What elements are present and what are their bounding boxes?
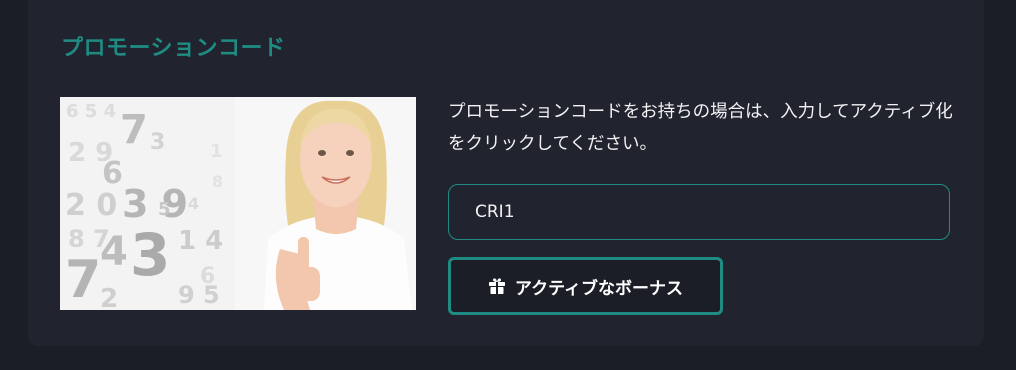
svg-text:2 0: 2 0: [65, 188, 117, 223]
svg-text:3 9: 3 9: [122, 182, 188, 226]
svg-text:8: 8: [212, 172, 223, 191]
promo-image: 6 5 4 7 3 2 9 6 2 0 3 9 5 4 8 7 4 3 1 4 …: [60, 97, 416, 310]
svg-text:7: 7: [120, 107, 148, 153]
svg-text:9 5: 9 5: [178, 281, 220, 309]
instructions-text: プロモーションコードをお持ちの場合は、入力してアクティブ化をクリックしてください…: [448, 102, 953, 154]
gift-icon: [488, 277, 506, 295]
svg-text:3: 3: [130, 221, 170, 289]
card-title: プロモーションコード: [61, 36, 286, 61]
activate-bonus-label: アクティブなボーナス: [514, 278, 684, 299]
activate-bonus-button[interactable]: アクティブなボーナス: [448, 257, 723, 315]
promo-code-card: プロモーションコード 6 5 4 7 3 2 9 6 2 0 3 9 5 4 8…: [28, 0, 984, 346]
svg-text:5: 5: [158, 199, 171, 220]
svg-text:3: 3: [150, 130, 165, 155]
svg-text:4: 4: [100, 229, 128, 275]
svg-text:1: 1: [210, 141, 223, 162]
promo-code-input[interactable]: [448, 184, 950, 240]
svg-text:7: 7: [65, 250, 101, 310]
page: プロモーションコード 6 5 4 7 3 2 9 6 2 0 3 9 5 4 8…: [0, 0, 1016, 370]
promo-illustration: 6 5 4 7 3 2 9 6 2 0 3 9 5 4 8 7 4 3 1 4 …: [60, 97, 416, 310]
svg-text:6 5 4: 6 5 4: [66, 101, 116, 122]
svg-text:6: 6: [102, 156, 123, 191]
svg-text:1 4: 1 4: [178, 226, 223, 256]
svg-text:4: 4: [188, 194, 199, 213]
svg-text:2: 2: [100, 284, 118, 310]
